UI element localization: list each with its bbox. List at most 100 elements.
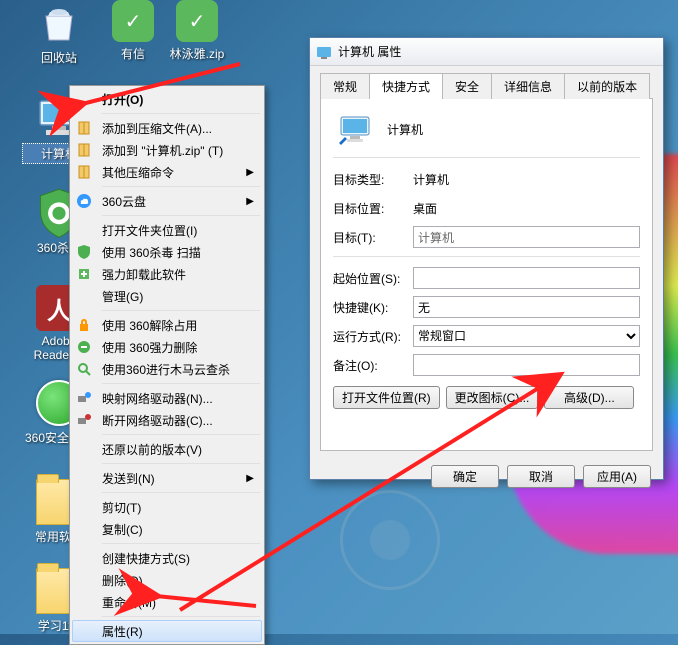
tab-1[interactable]: 快捷方式	[369, 73, 443, 99]
input-start-in[interactable]	[413, 267, 640, 289]
menu-item-label: 强力卸载此软件	[102, 266, 186, 283]
ok-button[interactable]: 确定	[431, 465, 499, 488]
menu-item[interactable]: 删除(D)	[72, 569, 262, 591]
separator	[333, 157, 640, 158]
menu-item[interactable]: 360云盘▶	[72, 190, 262, 212]
wallpaper-circle	[340, 490, 440, 590]
menu-item[interactable]: 断开网络驱动器(C)...	[72, 409, 262, 431]
value-target-type: 计算机	[413, 171, 449, 188]
menu-item[interactable]: 映射网络驱动器(N)...	[72, 387, 262, 409]
dialog-tabs: 常规快捷方式安全详细信息以前的版本	[320, 72, 653, 99]
menu-item-label: 剪切(T)	[102, 499, 141, 516]
select-run[interactable]: 常规窗口	[413, 325, 640, 347]
row-start-in: 起始位置(S):	[333, 267, 640, 289]
input-target[interactable]	[413, 226, 640, 248]
desktop-icon-linzip[interactable]: ✓林泳雅.zip	[160, 0, 234, 63]
menu-item[interactable]: 使用360进行木马云查杀	[72, 358, 262, 380]
menu-item-label: 添加到 "计算机.zip" (T)	[102, 142, 223, 159]
menu-separator	[102, 186, 260, 187]
menu-item[interactable]: 打开(O)	[72, 88, 262, 110]
menu-item[interactable]: 剪切(T)	[72, 496, 262, 518]
archive-icon	[76, 120, 92, 136]
menu-item-label: 使用360进行木马云查杀	[102, 361, 230, 378]
value-target-loc: 桌面	[413, 200, 437, 217]
menu-item[interactable]: 创建快捷方式(S)	[72, 547, 262, 569]
menu-item-label: 断开网络驱动器(C)...	[102, 412, 213, 429]
menu-item[interactable]: 使用 360解除占用	[72, 314, 262, 336]
tab-2[interactable]: 安全	[442, 73, 492, 99]
dialog-title: 计算机 属性	[338, 43, 401, 60]
menu-item[interactable]: 添加到压缩文件(A)...	[72, 117, 262, 139]
menu-item-label: 打开文件夹位置(I)	[102, 222, 197, 239]
shield-sm-icon	[76, 244, 92, 260]
menu-separator	[102, 543, 260, 544]
menu-item-label: 360云盘	[102, 193, 146, 210]
menu-item-label: 使用 360杀毒 扫描	[102, 244, 201, 261]
dialog-footer: 确定取消应用(A)	[310, 457, 663, 496]
cancel-button[interactable]: 取消	[507, 465, 575, 488]
menu-separator	[102, 434, 260, 435]
context-menu: 打开(O) 添加到压缩文件(A)... 添加到 "计算机.zip" (T) 其他压缩命…	[69, 85, 265, 645]
label-run: 运行方式(R):	[333, 328, 413, 345]
menu-item[interactable]: 打开文件夹位置(I)	[72, 219, 262, 241]
menu-item[interactable]: 重命名(M)	[72, 591, 262, 613]
row-target-type: 目标类型: 计算机	[333, 168, 640, 190]
separator	[333, 256, 640, 257]
tab-0[interactable]: 常规	[320, 73, 370, 99]
menu-item[interactable]: 强力卸载此软件	[72, 263, 262, 285]
menu-item-label: 删除(D)	[102, 572, 143, 589]
menu-item[interactable]: 复制(C)	[72, 518, 262, 540]
desktop-icon-label: 回收站	[22, 48, 96, 67]
menu-item[interactable]: 其他压缩命令▶	[72, 161, 262, 183]
menu-item-label: 使用 360解除占用	[102, 317, 197, 334]
dialog-titlebar[interactable]: 计算机 属性	[310, 38, 663, 66]
menu-item-label: 还原以前的版本(V)	[102, 441, 202, 458]
label-comment: 备注(O):	[333, 357, 413, 374]
menu-separator	[102, 383, 260, 384]
advanced-button[interactable]: 高级(D)...	[544, 386, 634, 409]
desktop-icon-label: 有信	[96, 44, 170, 63]
properties-dialog: 计算机 属性 常规快捷方式安全详细信息以前的版本 计算机 目标类型: 计算机 目…	[309, 37, 664, 480]
menu-item[interactable]: 管理(G)	[72, 285, 262, 307]
net-off-icon	[76, 412, 92, 428]
desktop-icon-recycle[interactable]: 回收站	[22, 0, 96, 67]
menu-item-label: 添加到压缩文件(A)...	[102, 120, 212, 137]
menu-item[interactable]: 使用 360强力删除	[72, 336, 262, 358]
menu-item-label: 重命名(M)	[102, 594, 156, 611]
button-row: 打开文件位置(R) 更改图标(C)...高级(D)...	[333, 386, 640, 409]
open-file-location-button[interactable]: 打开文件位置(R)	[333, 386, 440, 409]
change-icon-button[interactable]: 更改图标(C)...	[446, 386, 539, 409]
label-start-in: 起始位置(S):	[333, 270, 413, 287]
menu-separator	[102, 215, 260, 216]
menu-item[interactable]: 属性(R)	[72, 620, 262, 642]
panel-header: 计算机	[333, 113, 640, 145]
tab-3[interactable]: 详细信息	[491, 73, 565, 99]
uninstall-icon	[76, 266, 92, 282]
del360-icon	[76, 339, 92, 355]
label-target-loc: 目标位置:	[333, 200, 413, 217]
label-target: 目标(T):	[333, 229, 413, 246]
menu-item-label: 属性(R)	[102, 623, 143, 640]
menu-item[interactable]: 使用 360杀毒 扫描	[72, 241, 262, 263]
archive-icon	[76, 142, 92, 158]
input-hotkey[interactable]	[413, 296, 640, 318]
row-comment: 备注(O):	[333, 354, 640, 376]
net-icon	[76, 390, 92, 406]
panel-header-text: 计算机	[387, 121, 423, 138]
menu-item[interactable]: 发送到(N)▶	[72, 467, 262, 489]
tab-4[interactable]: 以前的版本	[564, 73, 650, 99]
lock-icon	[76, 317, 92, 333]
menu-item-label: 发送到(N)	[102, 470, 155, 487]
menu-item-label: 复制(C)	[102, 521, 143, 538]
computer-icon	[339, 113, 371, 145]
apply-button[interactable]: 应用(A)	[583, 465, 651, 488]
input-comment[interactable]	[413, 354, 640, 376]
menu-item-label: 其他压缩命令	[102, 164, 174, 181]
desktop-icon-youxin[interactable]: ✓有信	[96, 0, 170, 63]
menu-item[interactable]: 还原以前的版本(V)	[72, 438, 262, 460]
menu-item[interactable]: 添加到 "计算机.zip" (T)	[72, 139, 262, 161]
menu-item-label: 映射网络驱动器(N)...	[102, 390, 213, 407]
menu-separator	[102, 463, 260, 464]
menu-item-label: 管理(G)	[102, 288, 143, 305]
menu-separator	[102, 492, 260, 493]
